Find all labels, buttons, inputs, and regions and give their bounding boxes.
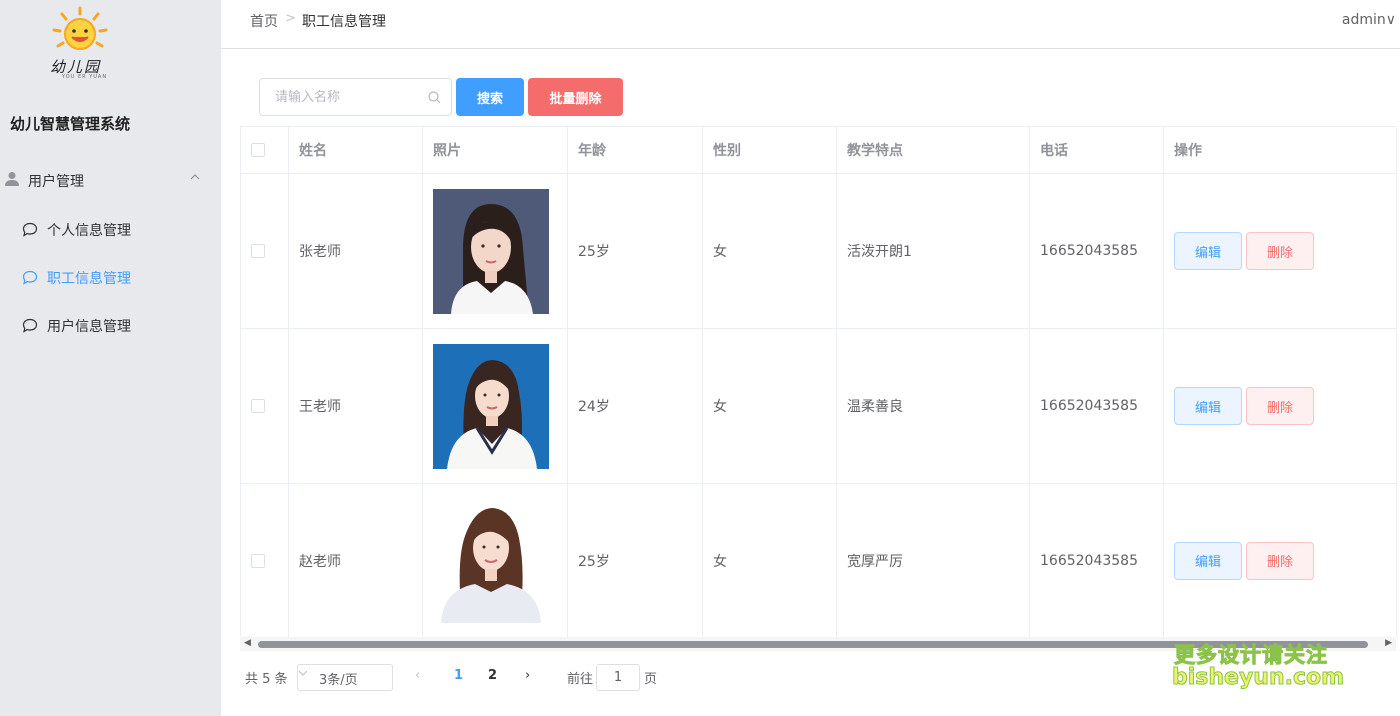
- sidebar-item-label: 用户信息管理: [47, 319, 131, 335]
- select-all-cell: [241, 127, 289, 173]
- column-header-feature: 教学特点: [837, 127, 1030, 173]
- name-cell: 王老师: [289, 329, 423, 483]
- chevron-down-icon: [298, 670, 308, 676]
- user-icon: [5, 172, 19, 186]
- goto-page-input[interactable]: [596, 664, 640, 691]
- actions-cell: 编辑 删除: [1164, 174, 1397, 328]
- top-header: 首页 > 职工信息管理 admin∨: [221, 0, 1400, 49]
- edit-button[interactable]: 编辑: [1174, 232, 1242, 270]
- age-cell: 25岁: [568, 174, 703, 328]
- row-checkbox[interactable]: [251, 399, 265, 413]
- watermark-line2: bisheyun.com: [1171, 665, 1345, 691]
- watermark: 更多设计请关注 bisheyun.com: [1171, 639, 1344, 694]
- gender-cell: 女: [703, 329, 837, 483]
- phone-cell: 16652043585: [1030, 329, 1164, 483]
- phone-cell: 16652043585: [1030, 174, 1164, 328]
- select-cell: [241, 484, 289, 637]
- sidebar-item-user-info[interactable]: 用户信息管理: [0, 306, 221, 346]
- teacher-photo: [433, 188, 549, 314]
- row-checkbox[interactable]: [251, 244, 265, 258]
- search-field[interactable]: [259, 78, 452, 116]
- page-1-button[interactable]: 1: [454, 668, 463, 683]
- gender-cell: 女: [703, 174, 837, 328]
- breadcrumb-separator: >: [285, 11, 296, 26]
- prev-page-button[interactable]: ‹: [415, 668, 420, 683]
- scroll-left-icon[interactable]: ◀: [244, 638, 251, 648]
- actions-cell: 编辑 删除: [1164, 329, 1397, 483]
- next-page-button[interactable]: ›: [525, 668, 530, 683]
- column-header-name: 姓名: [289, 127, 423, 173]
- sidebar-item-staff-info[interactable]: 职工信息管理: [0, 258, 221, 298]
- column-header-gender: 性别: [703, 127, 837, 173]
- user-menu[interactable]: admin∨: [1342, 12, 1396, 28]
- staff-table: 姓名 照片 年龄 性别 教学特点 电话 操作 张老师 25岁 女 活泼开朗1 1…: [240, 126, 1397, 637]
- select-cell: [241, 329, 289, 483]
- age-cell: 24岁: [568, 329, 703, 483]
- edit-button[interactable]: 编辑: [1174, 387, 1242, 425]
- pagination-total: 共 5 条: [245, 672, 288, 687]
- sidebar-item-label: 个人信息管理: [47, 223, 131, 239]
- teacher-photo: [433, 343, 549, 469]
- delete-button[interactable]: 删除: [1246, 541, 1314, 580]
- scroll-right-icon[interactable]: ▶: [1385, 638, 1392, 648]
- column-header-actions: 操作: [1164, 127, 1397, 173]
- menu-group-label: 用户管理: [28, 174, 84, 190]
- phone-cell: 16652043585: [1030, 484, 1164, 637]
- chat-bubble-icon: [22, 270, 38, 285]
- search-button[interactable]: 搜索: [456, 78, 524, 116]
- search-input[interactable]: [275, 79, 435, 115]
- sidebar-item-label: 职工信息管理: [47, 271, 131, 287]
- photo-cell: [423, 484, 568, 637]
- feature-cell: 活泼开朗1: [837, 174, 1030, 328]
- sidebar: 幼儿园 YOU ER YUAN 幼儿智慧管理系统 用户管理 个人信息管理 职工信…: [0, 0, 221, 716]
- column-header-phone: 电话: [1030, 127, 1164, 173]
- page-suffix-label: 页: [644, 672, 658, 687]
- row-checkbox[interactable]: [251, 553, 265, 568]
- chat-bubble-icon: [22, 222, 38, 237]
- delete-button[interactable]: 删除: [1246, 387, 1314, 425]
- chevron-up-icon: [190, 174, 200, 180]
- table-row: 赵老师 25岁 女 宽厚严厉 16652043585 编辑 删除: [241, 484, 1397, 637]
- gender-cell: 女: [703, 484, 837, 637]
- name-cell: 张老师: [289, 174, 423, 328]
- photo-cell: [423, 329, 568, 483]
- page-2-button[interactable]: 2: [488, 668, 497, 683]
- batch-delete-button[interactable]: 批量删除: [528, 78, 623, 116]
- column-header-photo: 照片: [423, 127, 568, 173]
- select-all-checkbox[interactable]: [251, 143, 265, 157]
- edit-button[interactable]: 编辑: [1174, 541, 1242, 580]
- actions-cell: 编辑 删除: [1164, 484, 1397, 637]
- sidebar-item-personal-info[interactable]: 个人信息管理: [0, 210, 221, 250]
- teacher-photo: [433, 498, 549, 623]
- delete-button[interactable]: 删除: [1246, 232, 1314, 270]
- chat-bubble-icon: [22, 318, 38, 333]
- system-title: 幼儿智慧管理系统: [10, 115, 131, 133]
- page-size-value: 3条/页: [319, 673, 358, 688]
- column-header-age: 年龄: [568, 127, 703, 173]
- select-cell: [241, 174, 289, 328]
- age-cell: 25岁: [568, 484, 703, 637]
- table-header-row: 姓名 照片 年龄 性别 教学特点 电话 操作: [241, 127, 1397, 174]
- breadcrumb-current: 职工信息管理: [302, 14, 386, 30]
- table-row: 王老师 24岁 女 温柔善良 16652043585 编辑 删除: [241, 329, 1397, 484]
- menu-group-user-management[interactable]: 用户管理: [0, 162, 221, 198]
- photo-cell: [423, 174, 568, 328]
- feature-cell: 宽厚严厉: [837, 484, 1030, 637]
- breadcrumb-home[interactable]: 首页: [250, 11, 278, 31]
- search-icon: [428, 91, 441, 104]
- name-cell: 赵老师: [289, 484, 423, 637]
- logo-subtext: YOU ER YUAN: [62, 74, 108, 80]
- page-size-select[interactable]: 3条/页: [297, 664, 393, 691]
- feature-cell: 温柔善良: [837, 329, 1030, 483]
- goto-label: 前往: [567, 672, 594, 687]
- table-row: 张老师 25岁 女 活泼开朗1 16652043585 编辑 删除: [241, 174, 1397, 329]
